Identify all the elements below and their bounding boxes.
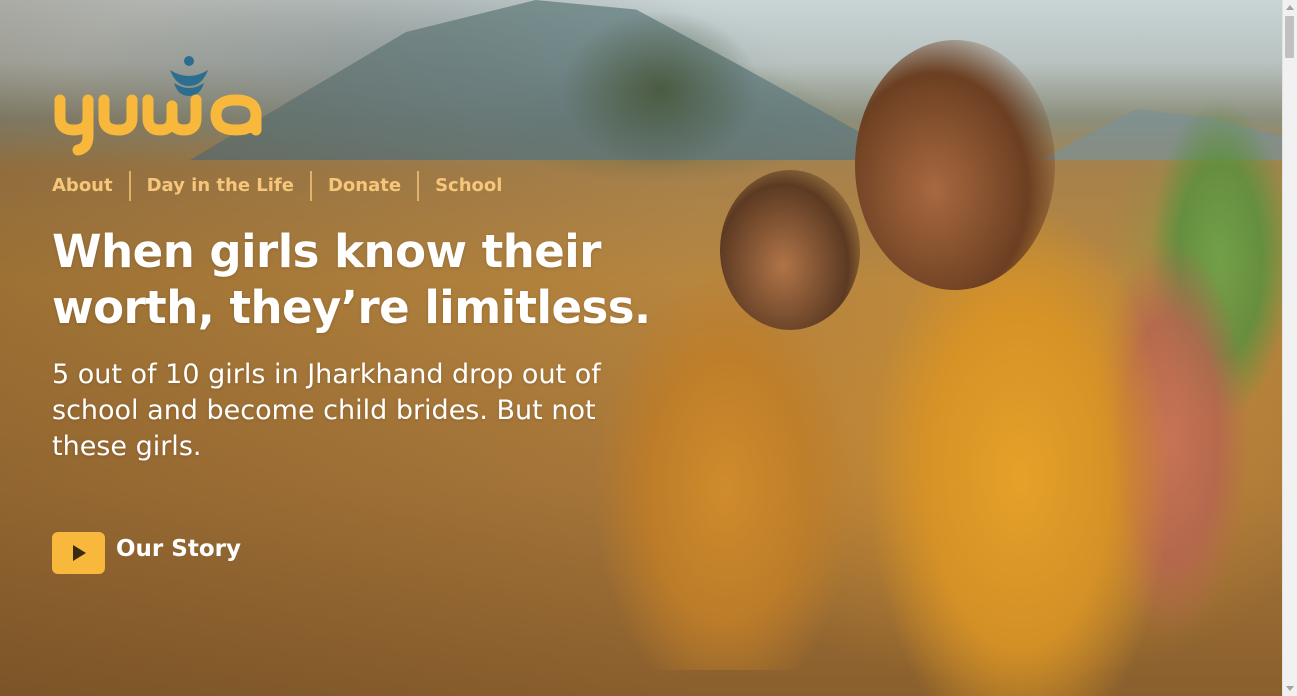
headline-line-2: worth, they’re limitless. bbox=[52, 281, 651, 334]
main-nav: About Day in the Life Donate School bbox=[52, 171, 518, 201]
our-story-button[interactable]: Our Story bbox=[52, 532, 241, 574]
nav-school[interactable]: School bbox=[417, 171, 518, 201]
nav-donate[interactable]: Donate bbox=[309, 171, 417, 201]
our-story-label[interactable]: Our Story bbox=[116, 534, 241, 564]
girl-small-head bbox=[720, 170, 860, 330]
child-pink-sweater bbox=[1090, 200, 1250, 650]
mountain-background bbox=[190, 0, 910, 160]
yuwa-logo[interactable] bbox=[52, 56, 282, 160]
distant-hills bbox=[1040, 109, 1282, 160]
nav-about[interactable]: About bbox=[52, 171, 129, 201]
child-green-sweater bbox=[1140, 90, 1282, 420]
headline-line-1: When girls know their bbox=[52, 225, 601, 278]
scrollbar-thumb[interactable] bbox=[1285, 16, 1294, 58]
chevron-down-icon[interactable] bbox=[1286, 686, 1294, 691]
lotus-icon bbox=[54, 56, 262, 156]
vertical-scrollbar[interactable] bbox=[1282, 0, 1297, 696]
play-icon bbox=[72, 545, 86, 561]
chevron-up-icon[interactable] bbox=[1286, 5, 1294, 10]
girl-yellow-sweater bbox=[860, 60, 1190, 696]
hero-headline: When girls know their worth, they’re lim… bbox=[52, 224, 672, 336]
play-button[interactable] bbox=[52, 532, 105, 574]
tree bbox=[560, 10, 760, 170]
nav-day-in-the-life[interactable]: Day in the Life bbox=[128, 171, 310, 201]
hero-subhead: 5 out of 10 girls in Jharkhand drop out … bbox=[52, 359, 601, 462]
girl-big-head bbox=[855, 40, 1055, 290]
